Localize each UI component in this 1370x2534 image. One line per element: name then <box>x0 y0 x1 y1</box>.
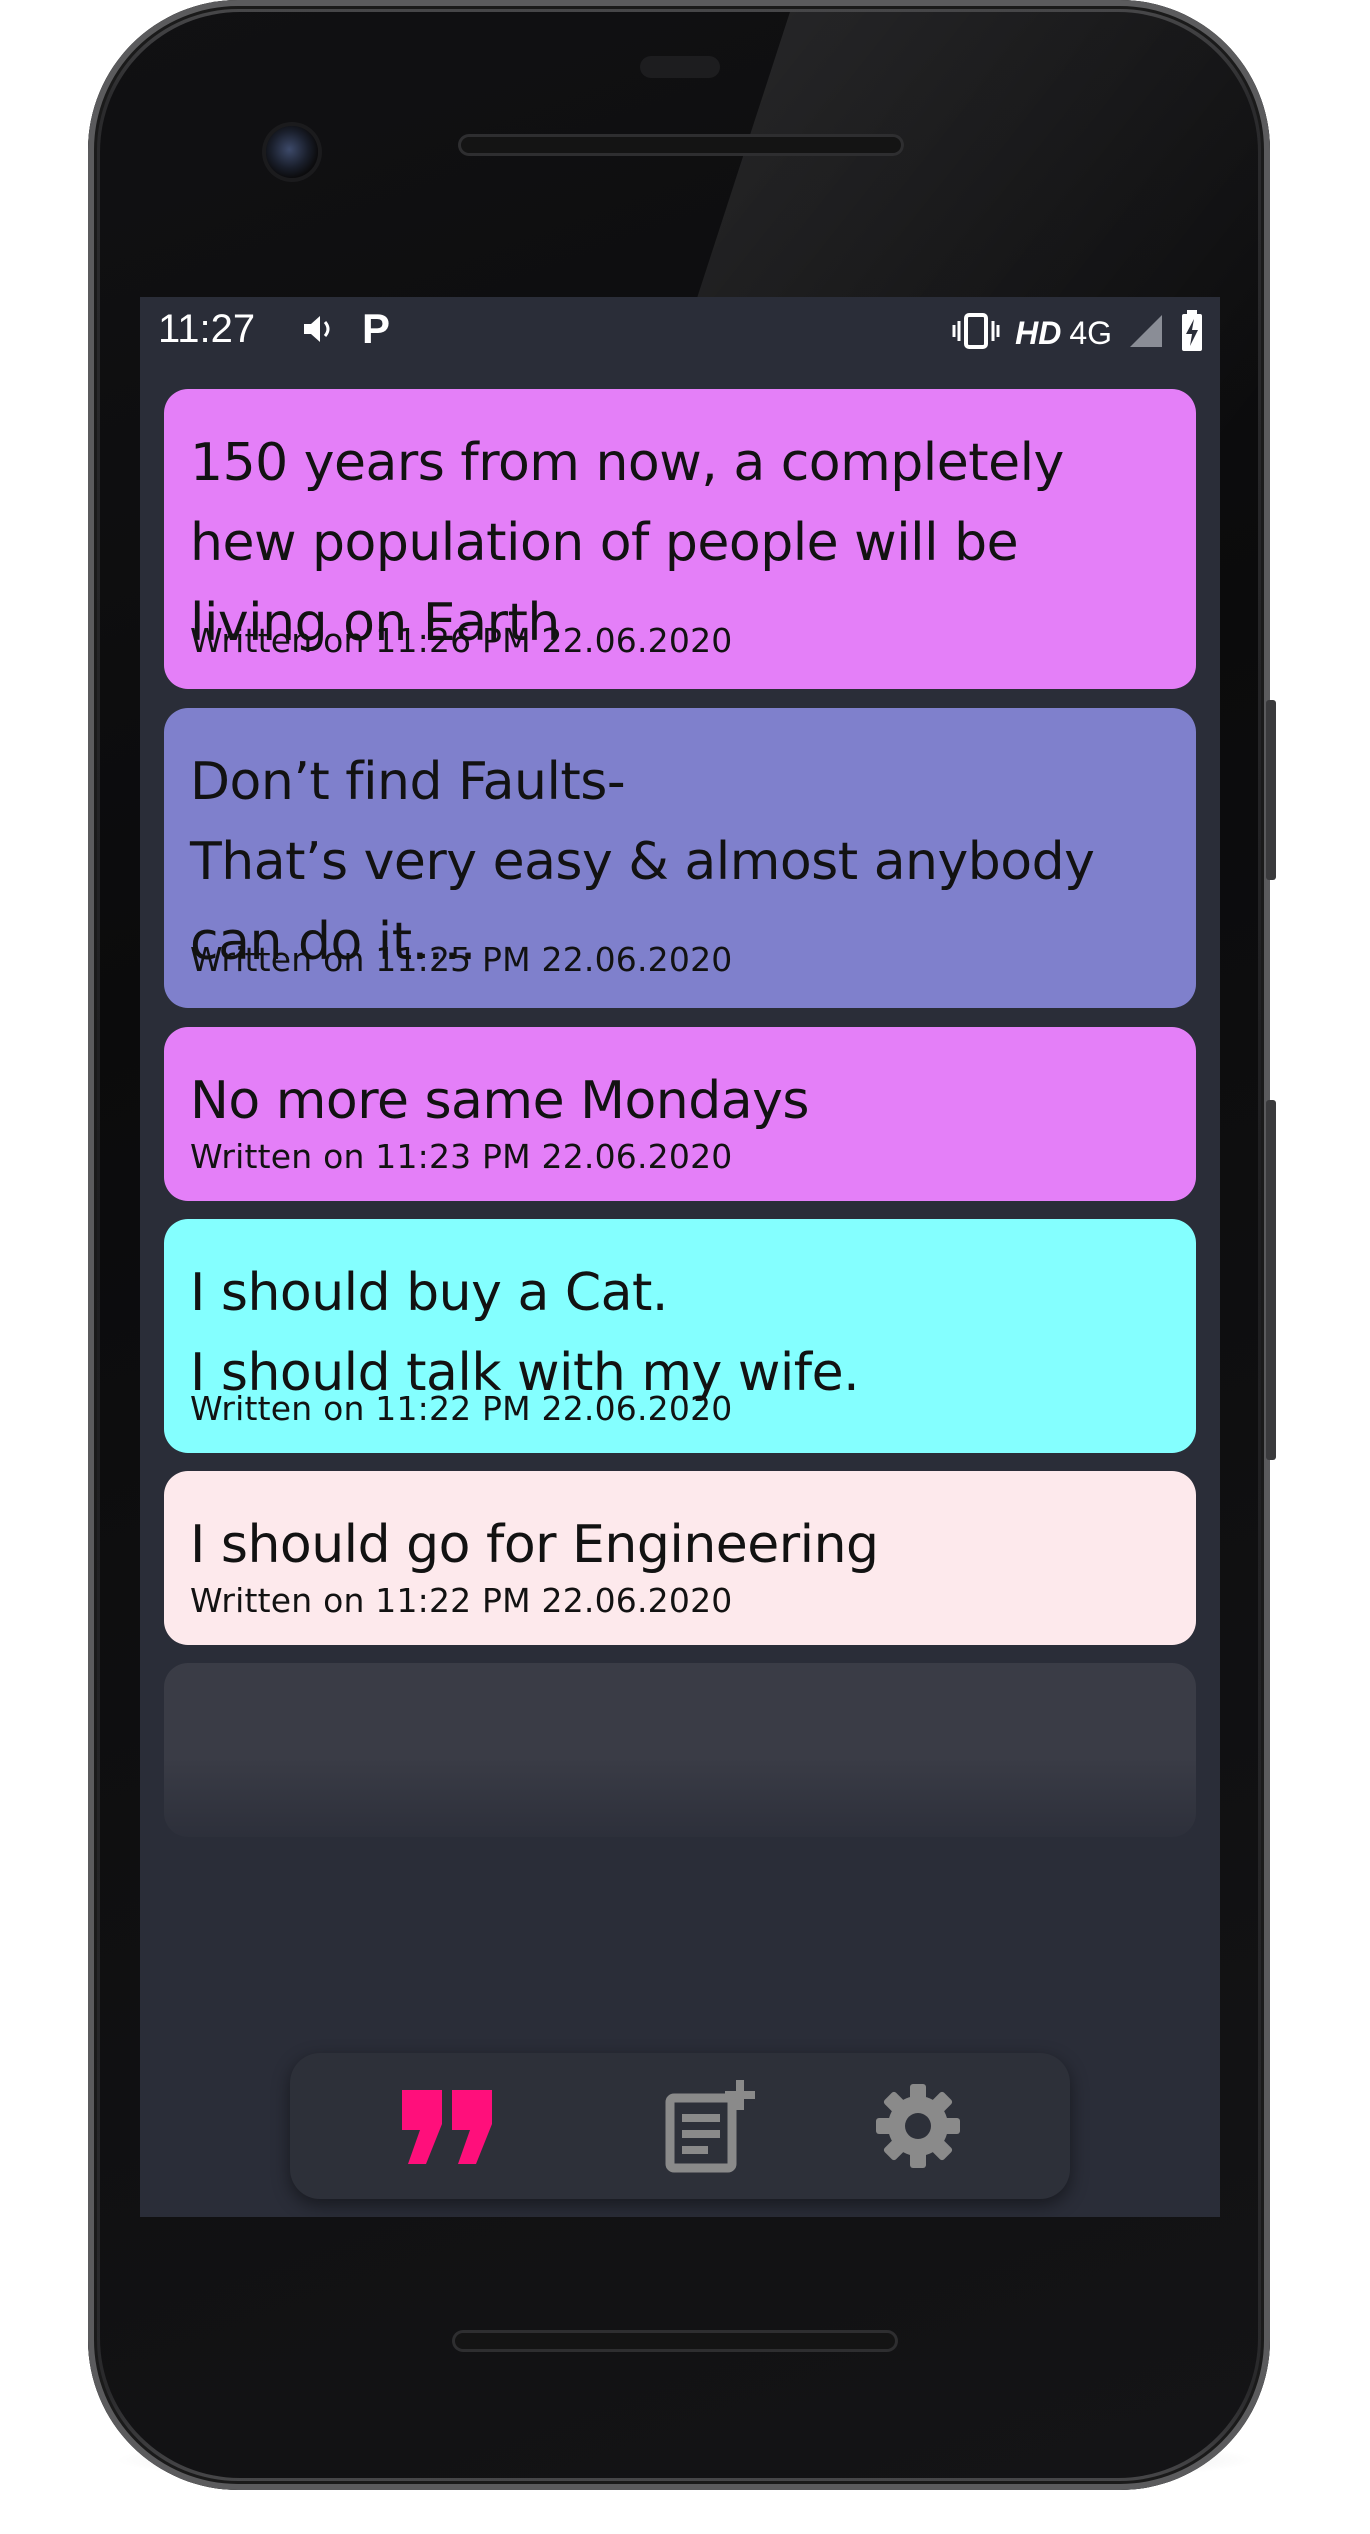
vibrate-icon <box>951 311 1001 356</box>
network-label: 4G <box>1069 315 1112 351</box>
note-date: Written on 11:22 PM 22.06.2020 <box>190 1389 733 1428</box>
note-date: Written on 11:26 PM 22.06.2020 <box>190 621 733 660</box>
power-button <box>1266 1100 1276 1460</box>
status-bar: 11:27 P HD 4G <box>140 297 1220 369</box>
note-date: Written on 11:25 PM 22.06.2020 <box>190 940 733 979</box>
note-card[interactable]: I should buy a Cat. I should talk with m… <box>164 1219 1196 1453</box>
note-text: I should go for Engineering <box>190 1515 879 1575</box>
app-badge: P <box>362 305 391 352</box>
bottom-navigation <box>290 2053 1070 2199</box>
hd-label: HD <box>1015 315 1062 351</box>
note-card[interactable]: 150 years from now, a completely hew pop… <box>164 389 1196 689</box>
add-note-tab[interactable] <box>660 2076 760 2176</box>
note-card[interactable]: Don’t find Faults- That’s very easy & al… <box>164 708 1196 1008</box>
status-icons: HD 4G <box>951 309 1204 358</box>
status-time: 11:27 <box>158 307 256 351</box>
battery-charging-icon <box>1180 309 1204 358</box>
note-text: No more same Mondays <box>190 1071 809 1131</box>
volume-button <box>1266 700 1276 880</box>
quotes-icon <box>402 2090 492 2164</box>
note-card[interactable]: I should go for Engineering Written on 1… <box>164 1471 1196 1645</box>
quotes-tab[interactable] <box>398 2076 498 2176</box>
top-sensor-slot <box>640 56 720 78</box>
add-note-icon <box>665 2080 755 2173</box>
app-screen: 11:27 P HD 4G 150 years from now, a comp… <box>140 297 1220 2217</box>
bottom-speaker <box>452 2330 898 2352</box>
settings-gear-icon <box>876 2084 960 2168</box>
note-date: Written on 11:23 PM 22.06.2020 <box>190 1137 733 1176</box>
speaker-icon <box>298 309 338 354</box>
signal-icon <box>1126 311 1166 356</box>
front-camera <box>266 126 318 178</box>
settings-tab[interactable] <box>868 2076 968 2176</box>
note-card[interactable]: No more same Mondays Written on 11:23 PM… <box>164 1027 1196 1201</box>
earpiece-speaker <box>458 134 904 156</box>
note-date: Written on 11:22 PM 22.06.2020 <box>190 1581 733 1620</box>
